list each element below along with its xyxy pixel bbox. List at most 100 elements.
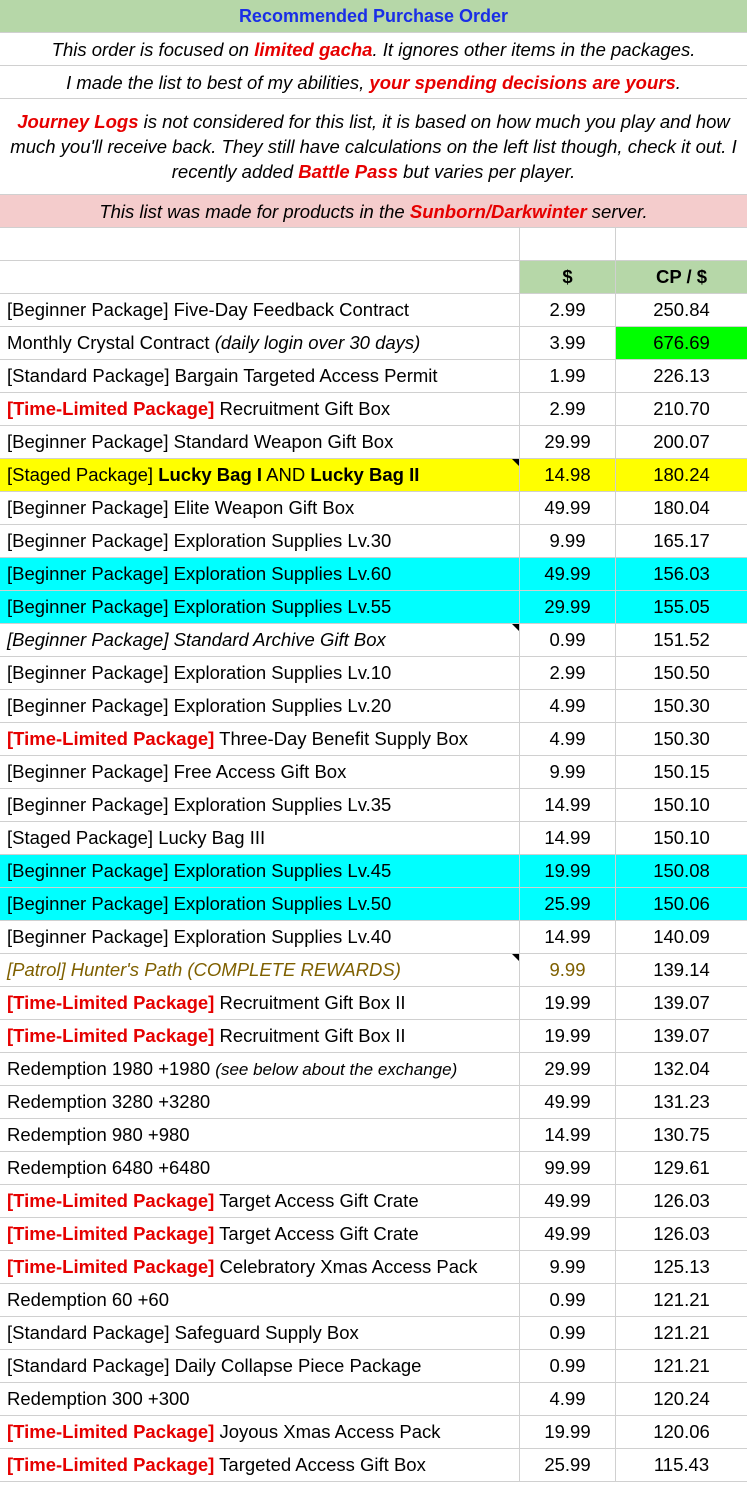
price-cell[interactable]: 49.99	[520, 558, 616, 590]
product-cell[interactable]: [Staged Package] Lucky Bag III	[0, 822, 520, 854]
product-cell[interactable]: [Staged Package] Lucky Bag I AND Lucky B…	[0, 459, 520, 491]
price-cell[interactable]: 25.99	[520, 888, 616, 920]
price-cell[interactable]: 2.99	[520, 657, 616, 689]
price-cell[interactable]: 14.98	[520, 459, 616, 491]
ratio-cell[interactable]: 139.07	[616, 1020, 747, 1052]
price-cell[interactable]: 4.99	[520, 690, 616, 722]
header-ratio[interactable]: CP / $	[616, 261, 747, 293]
product-cell[interactable]: [Beginner Package] Exploration Supplies …	[0, 888, 520, 920]
cell[interactable]	[0, 228, 520, 260]
ratio-cell[interactable]: 121.21	[616, 1284, 747, 1316]
ratio-cell[interactable]: 129.61	[616, 1152, 747, 1184]
ratio-cell[interactable]: 131.23	[616, 1086, 747, 1118]
price-cell[interactable]: 99.99	[520, 1152, 616, 1184]
ratio-cell[interactable]: 150.08	[616, 855, 747, 887]
price-cell[interactable]: 0.99	[520, 1317, 616, 1349]
price-cell[interactable]: 14.99	[520, 822, 616, 854]
product-cell[interactable]: Redemption 980 +980	[0, 1119, 520, 1151]
product-cell[interactable]: [Beginner Package] Standard Weapon Gift …	[0, 426, 520, 458]
price-cell[interactable]: 19.99	[520, 1020, 616, 1052]
ratio-cell[interactable]: 139.07	[616, 987, 747, 1019]
product-cell[interactable]: Redemption 3280 +3280	[0, 1086, 520, 1118]
ratio-cell[interactable]: 125.13	[616, 1251, 747, 1283]
ratio-cell[interactable]: 150.30	[616, 690, 747, 722]
price-cell[interactable]: 25.99	[520, 1449, 616, 1481]
product-cell[interactable]: Redemption 300 +300	[0, 1383, 520, 1415]
ratio-cell[interactable]: 121.21	[616, 1350, 747, 1382]
ratio-cell[interactable]: 150.10	[616, 822, 747, 854]
price-cell[interactable]: 19.99	[520, 1416, 616, 1448]
price-cell[interactable]: 14.99	[520, 921, 616, 953]
product-cell[interactable]: [Standard Package] Daily Collapse Piece …	[0, 1350, 520, 1382]
product-cell[interactable]: [Beginner Package] Elite Weapon Gift Box	[0, 492, 520, 524]
product-cell[interactable]: [Time-Limited Package] Celebratory Xmas …	[0, 1251, 520, 1283]
product-cell[interactable]: [Beginner Package] Exploration Supplies …	[0, 921, 520, 953]
price-cell[interactable]: 19.99	[520, 987, 616, 1019]
price-cell[interactable]: 0.99	[520, 1284, 616, 1316]
product-cell[interactable]: [Beginner Package] Exploration Supplies …	[0, 591, 520, 623]
ratio-cell[interactable]: 115.43	[616, 1449, 747, 1481]
product-cell[interactable]: [Beginner Package] Standard Archive Gift…	[0, 624, 520, 656]
product-cell[interactable]: Redemption 1980 +1980 (see below about t…	[0, 1053, 520, 1085]
price-cell[interactable]: 9.99	[520, 1251, 616, 1283]
ratio-cell[interactable]: 130.75	[616, 1119, 747, 1151]
product-cell[interactable]: [Time-Limited Package] Recruitment Gift …	[0, 1020, 520, 1052]
product-cell[interactable]: [Beginner Package] Exploration Supplies …	[0, 690, 520, 722]
ratio-cell[interactable]: 140.09	[616, 921, 747, 953]
product-cell[interactable]: [Time-Limited Package] Target Access Gif…	[0, 1185, 520, 1217]
header-price[interactable]: $	[520, 261, 616, 293]
product-cell[interactable]: Redemption 6480 +6480	[0, 1152, 520, 1184]
product-cell[interactable]: [Beginner Package] Exploration Supplies …	[0, 558, 520, 590]
ratio-cell[interactable]: 150.06	[616, 888, 747, 920]
product-cell[interactable]: [Beginner Package] Exploration Supplies …	[0, 657, 520, 689]
ratio-cell[interactable]: 180.04	[616, 492, 747, 524]
price-cell[interactable]: 1.99	[520, 360, 616, 392]
ratio-cell[interactable]: 250.84	[616, 294, 747, 326]
price-cell[interactable]: 3.99	[520, 327, 616, 359]
cell[interactable]	[616, 228, 747, 260]
ratio-cell-best[interactable]: 676.69	[616, 327, 747, 359]
price-cell[interactable]: 2.99	[520, 393, 616, 425]
product-cell[interactable]: [Time-Limited Package] Target Access Gif…	[0, 1218, 520, 1250]
ratio-cell[interactable]: 156.03	[616, 558, 747, 590]
product-cell[interactable]: [Time-Limited Package] Targeted Access G…	[0, 1449, 520, 1481]
ratio-cell[interactable]: 150.50	[616, 657, 747, 689]
ratio-cell[interactable]: 126.03	[616, 1185, 747, 1217]
price-cell[interactable]: 19.99	[520, 855, 616, 887]
price-cell[interactable]: 2.99	[520, 294, 616, 326]
ratio-cell[interactable]: 165.17	[616, 525, 747, 557]
header-cell-blank[interactable]	[0, 261, 520, 293]
product-cell[interactable]: [Time-Limited Package] Joyous Xmas Acces…	[0, 1416, 520, 1448]
price-cell[interactable]: 49.99	[520, 492, 616, 524]
product-cell[interactable]: [Beginner Package] Exploration Supplies …	[0, 525, 520, 557]
product-cell[interactable]: [Time-Limited Package] Recruitment Gift …	[0, 393, 520, 425]
price-cell[interactable]: 9.99	[520, 756, 616, 788]
ratio-cell[interactable]: 121.21	[616, 1317, 747, 1349]
price-cell[interactable]: 9.99	[520, 954, 616, 986]
product-cell[interactable]: [Time-Limited Package] Recruitment Gift …	[0, 987, 520, 1019]
product-cell[interactable]: [Beginner Package] Free Access Gift Box	[0, 756, 520, 788]
price-cell[interactable]: 0.99	[520, 1350, 616, 1382]
ratio-cell[interactable]: 151.52	[616, 624, 747, 656]
cell[interactable]	[520, 228, 616, 260]
ratio-cell[interactable]: 200.07	[616, 426, 747, 458]
price-cell[interactable]: 14.99	[520, 1119, 616, 1151]
product-cell[interactable]: [Beginner Package] Five-Day Feedback Con…	[0, 294, 520, 326]
product-cell[interactable]: [Standard Package] Safeguard Supply Box	[0, 1317, 520, 1349]
price-cell[interactable]: 0.99	[520, 624, 616, 656]
price-cell[interactable]: 49.99	[520, 1218, 616, 1250]
ratio-cell[interactable]: 150.30	[616, 723, 747, 755]
price-cell[interactable]: 14.99	[520, 789, 616, 821]
ratio-cell[interactable]: 155.05	[616, 591, 747, 623]
price-cell[interactable]: 49.99	[520, 1086, 616, 1118]
price-cell[interactable]: 4.99	[520, 723, 616, 755]
ratio-cell[interactable]: 180.24	[616, 459, 747, 491]
ratio-cell[interactable]: 120.06	[616, 1416, 747, 1448]
ratio-cell[interactable]: 139.14	[616, 954, 747, 986]
product-cell[interactable]: [Standard Package] Bargain Targeted Acce…	[0, 360, 520, 392]
ratio-cell[interactable]: 150.15	[616, 756, 747, 788]
price-cell[interactable]: 29.99	[520, 426, 616, 458]
price-cell[interactable]: 4.99	[520, 1383, 616, 1415]
product-cell[interactable]: [Beginner Package] Exploration Supplies …	[0, 855, 520, 887]
price-cell[interactable]: 29.99	[520, 591, 616, 623]
